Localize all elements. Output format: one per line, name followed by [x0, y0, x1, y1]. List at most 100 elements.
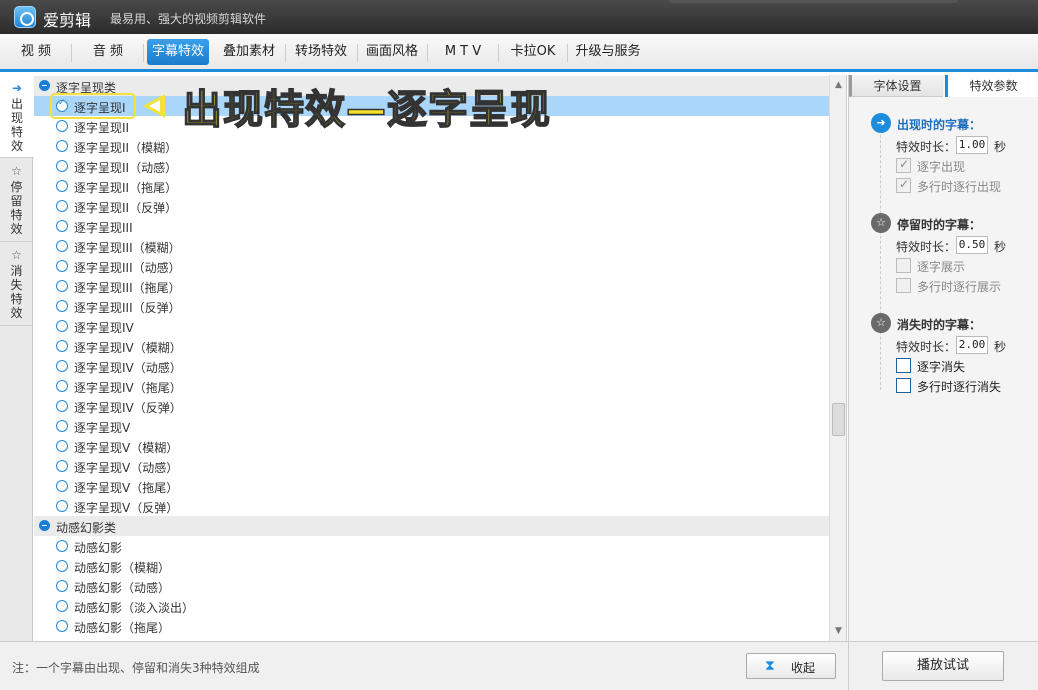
effect-list-item[interactable]: 逐字呈现III（反弹） [34, 296, 829, 316]
duration-unit: 秒 [994, 340, 1007, 354]
effect-list-item[interactable]: 逐字呈现V（反弹） [34, 496, 829, 516]
radio-icon[interactable] [56, 400, 68, 412]
radio-icon[interactable] [56, 120, 68, 132]
option-label: 逐字消失 [917, 360, 966, 374]
tab-font-settings[interactable]: 字体设置 [849, 75, 943, 97]
stay-line-checkbox[interactable] [896, 278, 911, 293]
effect-label: 逐字呈现V（模糊） [74, 441, 179, 455]
radio-icon[interactable] [56, 140, 68, 152]
radio-icon[interactable] [56, 500, 68, 512]
main-menu-bar: 视 频 音 频 字幕特效 叠加素材 转场特效 画面风格 M T V 卡拉OK 升… [0, 34, 1038, 72]
effect-list-item[interactable]: 逐字呈现V（动感） [34, 456, 829, 476]
effect-label: 逐字呈现IV [74, 321, 134, 335]
radio-icon[interactable] [56, 160, 68, 172]
collapse-toggle-icon[interactable] [39, 80, 50, 91]
effect-list-scrollbar[interactable]: ▲ ▼ [829, 75, 847, 641]
effect-list-item[interactable]: 动感幻影 [34, 536, 829, 556]
category-label: 动感幻影类 [56, 521, 117, 535]
menu-tab-picture-style[interactable]: 画面风格 [360, 39, 424, 65]
effect-list-item[interactable]: 逐字呈现IV（拖尾） [34, 376, 829, 396]
disappear-char-checkbox[interactable] [896, 358, 911, 373]
radio-icon[interactable] [56, 560, 68, 572]
effect-list-item[interactable]: 逐字呈现V [34, 416, 829, 436]
radio-icon[interactable] [56, 320, 68, 332]
appear-duration-input[interactable]: 1.00 [956, 136, 988, 154]
scroll-thumb[interactable] [832, 403, 845, 436]
effect-list-item[interactable]: 动感幻影（动感） [34, 576, 829, 596]
scroll-up-icon[interactable]: ▲ [833, 79, 844, 91]
effect-list-item[interactable]: 逐字呈现II（拖尾） [34, 176, 829, 196]
side-tab-stay[interactable]: ☆ 停留特效 [0, 158, 33, 242]
radio-icon[interactable] [56, 220, 68, 232]
radio-icon[interactable] [56, 380, 68, 392]
menu-separator [357, 44, 358, 62]
scroll-down-icon[interactable]: ▼ [833, 625, 844, 637]
menu-tab-transitions[interactable]: 转场特效 [288, 39, 354, 65]
menu-tab-audio[interactable]: 音 频 [76, 39, 140, 65]
radio-icon[interactable] [56, 540, 68, 552]
effect-list-item[interactable]: 动感幻影（拖尾） [34, 616, 829, 636]
effect-list-item[interactable]: 逐字呈现II（动感） [34, 156, 829, 176]
effect-list-item[interactable]: 逐字呈现IV（动感） [34, 356, 829, 376]
radio-icon[interactable] [56, 620, 68, 632]
appear-char-checkbox[interactable] [896, 157, 911, 173]
stay-char-checkbox[interactable] [896, 258, 911, 273]
effect-list-item[interactable]: 逐字呈现III（动感） [34, 256, 829, 276]
radio-icon[interactable] [56, 480, 68, 492]
effect-list-item[interactable]: 逐字呈现III（拖尾） [34, 276, 829, 296]
option-label: 多行时逐行消失 [917, 380, 1002, 394]
effect-list-item[interactable]: 动感幻影（淡入淡出） [34, 596, 829, 616]
menu-tab-subtitle-effects[interactable]: 字幕特效 [147, 39, 209, 65]
side-tab-appear[interactable]: ➜ 出现特效 [0, 75, 34, 158]
category-row[interactable]: 动感幻影类 [34, 516, 829, 536]
menu-tab-upgrade[interactable]: 升级与服务 [570, 39, 646, 65]
radio-icon[interactable] [56, 580, 68, 592]
effect-label: 动感幻影（模糊） [74, 561, 171, 575]
radio-icon[interactable] [56, 600, 68, 612]
menu-tab-karaoke[interactable]: 卡拉OK [503, 39, 563, 65]
effect-list-item[interactable]: 逐字呈现III [34, 216, 829, 236]
side-tab-label: 消失特效 [10, 264, 23, 320]
disappear-line-checkbox[interactable] [896, 378, 911, 393]
radio-icon[interactable] [56, 260, 68, 272]
effect-list-item[interactable]: 逐字呈现II（反弹） [34, 196, 829, 216]
stay-duration-input[interactable]: 0.50 [956, 236, 988, 254]
preview-button[interactable]: 播放试试 [882, 651, 1004, 681]
radio-icon[interactable] [56, 340, 68, 352]
tab-effect-params[interactable]: 特效参数 [945, 75, 1038, 97]
disappear-duration-input[interactable]: 2.00 [956, 336, 988, 354]
radio-icon[interactable] [56, 180, 68, 192]
effect-list-item[interactable]: 逐字呈现IV（反弹） [34, 396, 829, 416]
effect-list-item[interactable]: 逐字呈现III（模糊） [34, 236, 829, 256]
effect-list-item[interactable]: 逐字呈现V（模糊） [34, 436, 829, 456]
menu-tab-mtv[interactable]: M T V [432, 39, 494, 65]
effect-label: 逐字呈现II（动感） [74, 161, 178, 175]
radio-icon[interactable] [56, 200, 68, 212]
option-label: 逐字出现 [917, 160, 966, 174]
menu-tab-overlay[interactable]: 叠加素材 [216, 39, 282, 65]
effect-label: 逐字呈现III（反弹） [74, 301, 181, 315]
collapse-button[interactable]: ⧗ 收起 [746, 653, 836, 679]
radio-icon[interactable] [56, 420, 68, 432]
star-icon: ☆ [11, 164, 22, 178]
collapse-toggle-icon[interactable] [39, 520, 50, 531]
radio-icon[interactable] [56, 440, 68, 452]
radio-icon[interactable] [56, 360, 68, 372]
radio-icon[interactable] [56, 300, 68, 312]
section-timeline [880, 135, 881, 390]
effect-list-item[interactable]: 逐字呈现II（模糊） [34, 136, 829, 156]
effect-list-item[interactable]: 动感幻影（模糊） [34, 556, 829, 576]
radio-icon[interactable] [56, 280, 68, 292]
appear-line-checkbox[interactable] [896, 177, 911, 193]
side-tab-disappear[interactable]: ☆ 消失特效 [0, 242, 33, 326]
radio-icon[interactable] [56, 240, 68, 252]
effect-list-item[interactable]: 逐字呈现IV [34, 316, 829, 336]
menu-tab-video[interactable]: 视 频 [6, 39, 66, 65]
title-search-box[interactable] [668, 0, 958, 3]
effect-label: 逐字呈现V（动感） [74, 461, 179, 475]
effect-list-item[interactable]: 逐字呈现V（拖尾） [34, 476, 829, 496]
radio-icon[interactable] [56, 460, 68, 472]
effect-label: 逐字呈现III（拖尾） [74, 281, 181, 295]
effect-list-item[interactable]: 逐字呈现IV（模糊） [34, 336, 829, 356]
effect-label: 逐字呈现III（动感） [74, 261, 181, 275]
